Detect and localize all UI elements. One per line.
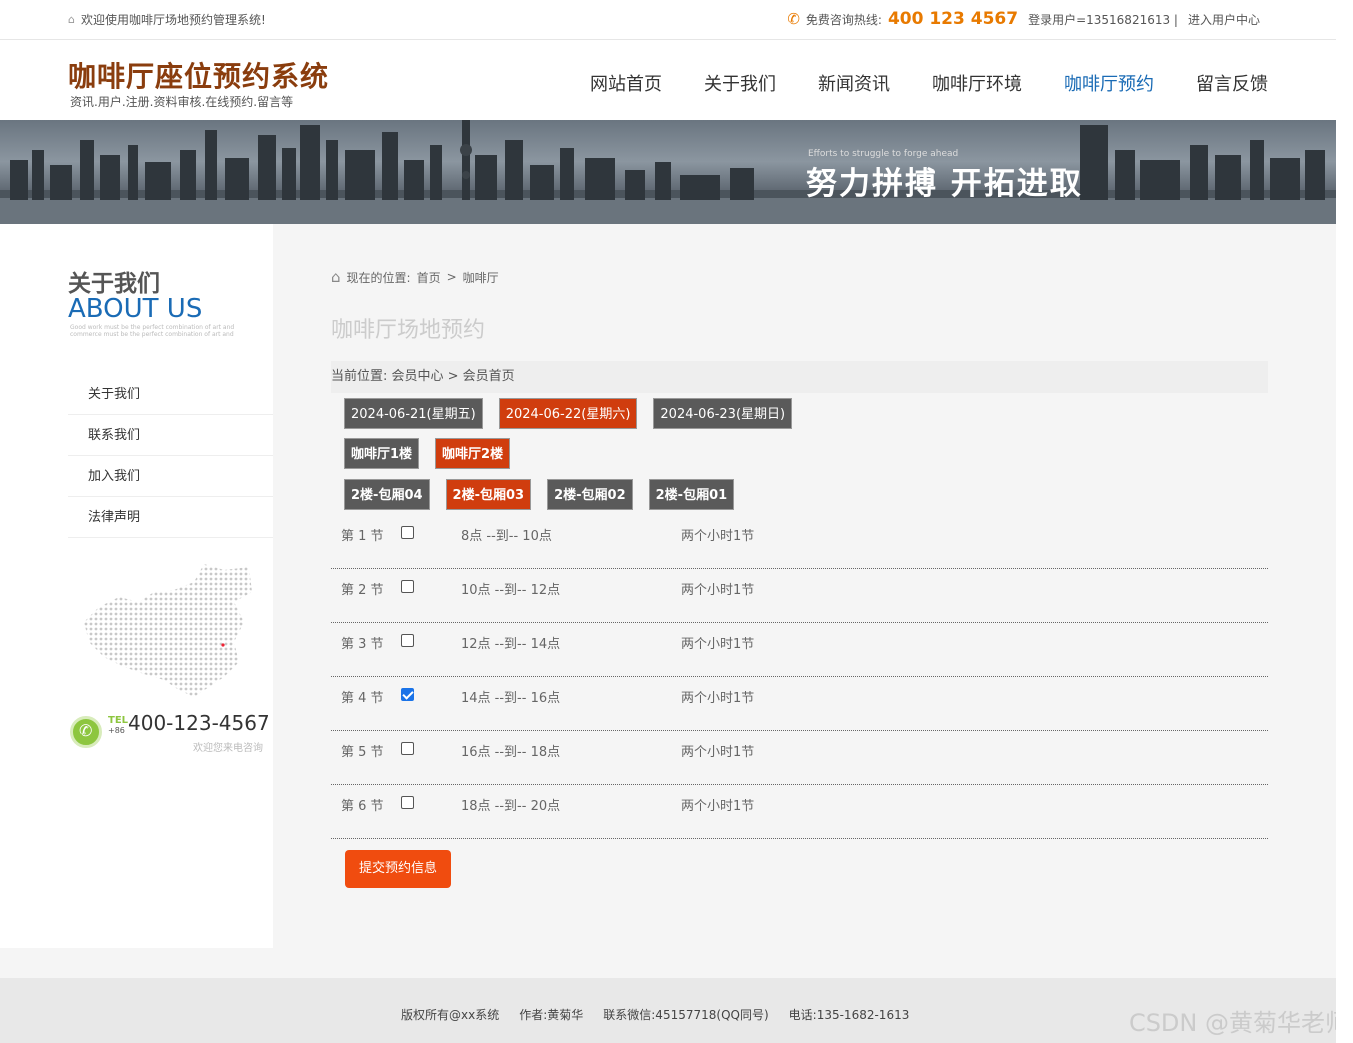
slot-checkbox[interactable] (401, 742, 414, 755)
footer-author: 作者:黄菊华 (519, 1008, 584, 1022)
sidebar-menu-item[interactable]: 联系我们 (68, 415, 273, 456)
welcome-text: 欢迎使用咖啡厅场地预约管理系统! (80, 13, 266, 27)
site-title[interactable]: 咖啡厅座位预约系统 (68, 55, 329, 95)
room-button[interactable]: 2楼-包厢02 (547, 479, 633, 510)
sidebar-title-en: ABOUT US (68, 294, 203, 324)
slot-row: 第 2 节 10点 --到-- 12点 两个小时1节 (331, 569, 1268, 623)
slot-label: 第 1 节 (341, 529, 384, 544)
footer-phone: 电话:135-1682-1613 (788, 1008, 910, 1022)
banner-slogan: 努力拼搏 开拓进取 (806, 166, 1083, 202)
breadcrumb-separator: > (446, 270, 457, 284)
phone-icon: ✆ (787, 10, 800, 28)
slot-checkbox[interactable] (401, 526, 414, 539)
slot-label: 第 4 节 (341, 691, 384, 706)
sidebar-menu-item[interactable]: 法律声明 (68, 497, 273, 538)
nav-item[interactable]: 关于我们 (704, 70, 776, 96)
slot-row: 第 3 节 12点 --到-- 14点 两个小时1节 (331, 623, 1268, 677)
room-button[interactable]: 2楼-包厢04 (344, 479, 430, 510)
sidebar-menu-item[interactable]: 加入我们 (68, 456, 273, 497)
slot-duration: 两个小时1节 (681, 637, 755, 652)
slot-time: 18点 --到-- 20点 (461, 799, 561, 814)
slot-label: 第 2 节 (341, 583, 384, 598)
hotline-number: 400 123 4567 (887, 9, 1019, 29)
floor-button[interactable]: 咖啡厅1楼 (344, 438, 420, 469)
slot-row: 第 5 节 16点 --到-- 18点 两个小时1节 (331, 731, 1268, 785)
main-nav: 网站首页 关于我们 新闻资讯 咖啡厅环境 咖啡厅预约 留言反馈 (548, 70, 1268, 96)
page-heading: 咖啡厅场地预约 (331, 318, 486, 343)
breadcrumb-label: 现在的位置: (346, 270, 411, 285)
tel-prefix: +86 (108, 726, 125, 735)
position-bar: 当前位置: 会员中心 > 会员首页 (331, 361, 1268, 393)
scrollbar[interactable] (1336, 0, 1353, 1043)
login-user: 登录用户=13516821613 | (1028, 12, 1178, 27)
tel-label: TEL +86 (108, 716, 128, 736)
date-button[interactable]: 2024-06-21(星期五) (344, 398, 483, 429)
slot-time: 10点 --到-- 12点 (461, 583, 561, 598)
room-button[interactable]: 2楼-包厢03 (445, 479, 532, 510)
slot-label: 第 3 节 (341, 637, 384, 652)
phone-icon: ✆ (70, 716, 102, 748)
slot-checkbox[interactable] (401, 796, 414, 809)
welcome-message: ⌂ 欢迎使用咖啡厅场地预约管理系统! (68, 11, 266, 28)
slot-time: 14点 --到-- 16点 (461, 691, 561, 706)
sidebar-menu-item[interactable]: 关于我们 (68, 374, 273, 415)
room-button[interactable]: 2楼-包厢01 (648, 479, 735, 510)
china-map-image (84, 564, 252, 697)
nav-item[interactable]: 咖啡厅预约 (1064, 70, 1154, 96)
slot-duration: 两个小时1节 (681, 529, 755, 544)
tel-subtext: 欢迎您来电咨询 (193, 743, 263, 754)
site-subtitle: 资讯.用户.注册.资料审核.在线预约.留言等 (70, 95, 294, 109)
slot-time: 8点 --到-- 10点 (461, 529, 552, 544)
slot-duration: 两个小时1节 (681, 745, 755, 760)
tel-number: 400-123-4567 (128, 711, 270, 735)
hotline-label: 免费咨询热线: (805, 12, 882, 27)
csdn-watermark: CSDN @黄菊华老师 (1128, 1009, 1349, 1037)
slot-checkbox[interactable] (401, 634, 414, 647)
breadcrumb: ⌂ 现在的位置: 首页 > 咖啡厅 (331, 268, 499, 286)
user-center-link[interactable]: 进入用户中心 (1188, 11, 1260, 28)
nav-item[interactable]: 网站首页 (590, 70, 662, 96)
footer-copyright: 版权所有@xx系统 (401, 1008, 500, 1022)
slot-checkbox[interactable] (401, 580, 414, 593)
home-icon: ⌂ (331, 268, 341, 286)
floor-button[interactable]: 咖啡厅2楼 (435, 438, 511, 469)
sidebar-title-cn: 关于我们 (68, 271, 160, 297)
top-right: ✆ 免费咨询热线: 400 123 4567 登录用户=13516821613 … (787, 9, 1260, 29)
slot-checkbox[interactable] (401, 688, 414, 701)
floor-selector: 咖啡厅1楼 咖啡厅2楼 (344, 438, 511, 469)
breadcrumb-current[interactable]: 咖啡厅 (463, 269, 499, 286)
slot-label: 第 5 节 (341, 745, 384, 760)
slot-label: 第 6 节 (341, 799, 384, 814)
date-button[interactable]: 2024-06-22(星期六) (498, 398, 638, 429)
breadcrumb-home[interactable]: 首页 (417, 269, 441, 286)
banner: Efforts to struggle to forge ahead 努力拼搏 … (0, 120, 1336, 224)
date-button[interactable]: 2024-06-23(星期日) (653, 398, 793, 429)
nav-item[interactable]: 新闻资讯 (818, 70, 890, 96)
tel-label-text: TEL (108, 715, 129, 726)
slot-time: 12点 --到-- 14点 (461, 637, 561, 652)
slot-time: 16点 --到-- 18点 (461, 745, 561, 760)
site-header: 咖啡厅座位预约系统 资讯.用户.注册.资料审核.在线预约.留言等 网站首页 关于我… (0, 40, 1336, 120)
slot-row: 第 4 节 14点 --到-- 16点 两个小时1节 (331, 677, 1268, 731)
city-skyline-image (0, 120, 1336, 224)
slot-duration: 两个小时1节 (681, 799, 755, 814)
slot-row: 第 1 节 8点 --到-- 10点 两个小时1节 (331, 515, 1268, 569)
home-icon: ⌂ (68, 13, 75, 26)
sidebar-small-text: Good work must be the perfect combinatio… (70, 324, 235, 338)
slot-row: 第 6 节 18点 --到-- 20点 两个小时1节 (331, 785, 1268, 839)
footer-wechat: 联系微信:45157718(QQ同号) (603, 1008, 769, 1022)
slot-duration: 两个小时1节 (681, 583, 755, 598)
footer-text: 版权所有@xx系统 作者:黄菊华 联系微信:45157718(QQ同号) 电话:… (401, 1006, 909, 1023)
room-selector: 2楼-包厢04 2楼-包厢03 2楼-包厢02 2楼-包厢01 (344, 479, 735, 510)
slot-duration: 两个小时1节 (681, 691, 755, 706)
submit-booking-button[interactable]: 提交预约信息 (345, 850, 451, 888)
nav-item[interactable]: 咖啡厅环境 (932, 70, 1022, 96)
sidebar-menu: 关于我们 联系我们 加入我们 法律声明 (68, 374, 273, 538)
date-selector: 2024-06-21(星期五) 2024-06-22(星期六) 2024-06-23… (344, 398, 793, 429)
nav-item[interactable]: 留言反馈 (1196, 70, 1268, 96)
top-bar: ⌂ 欢迎使用咖啡厅场地预约管理系统! ✆ 免费咨询热线: 400 123 456… (0, 0, 1336, 40)
